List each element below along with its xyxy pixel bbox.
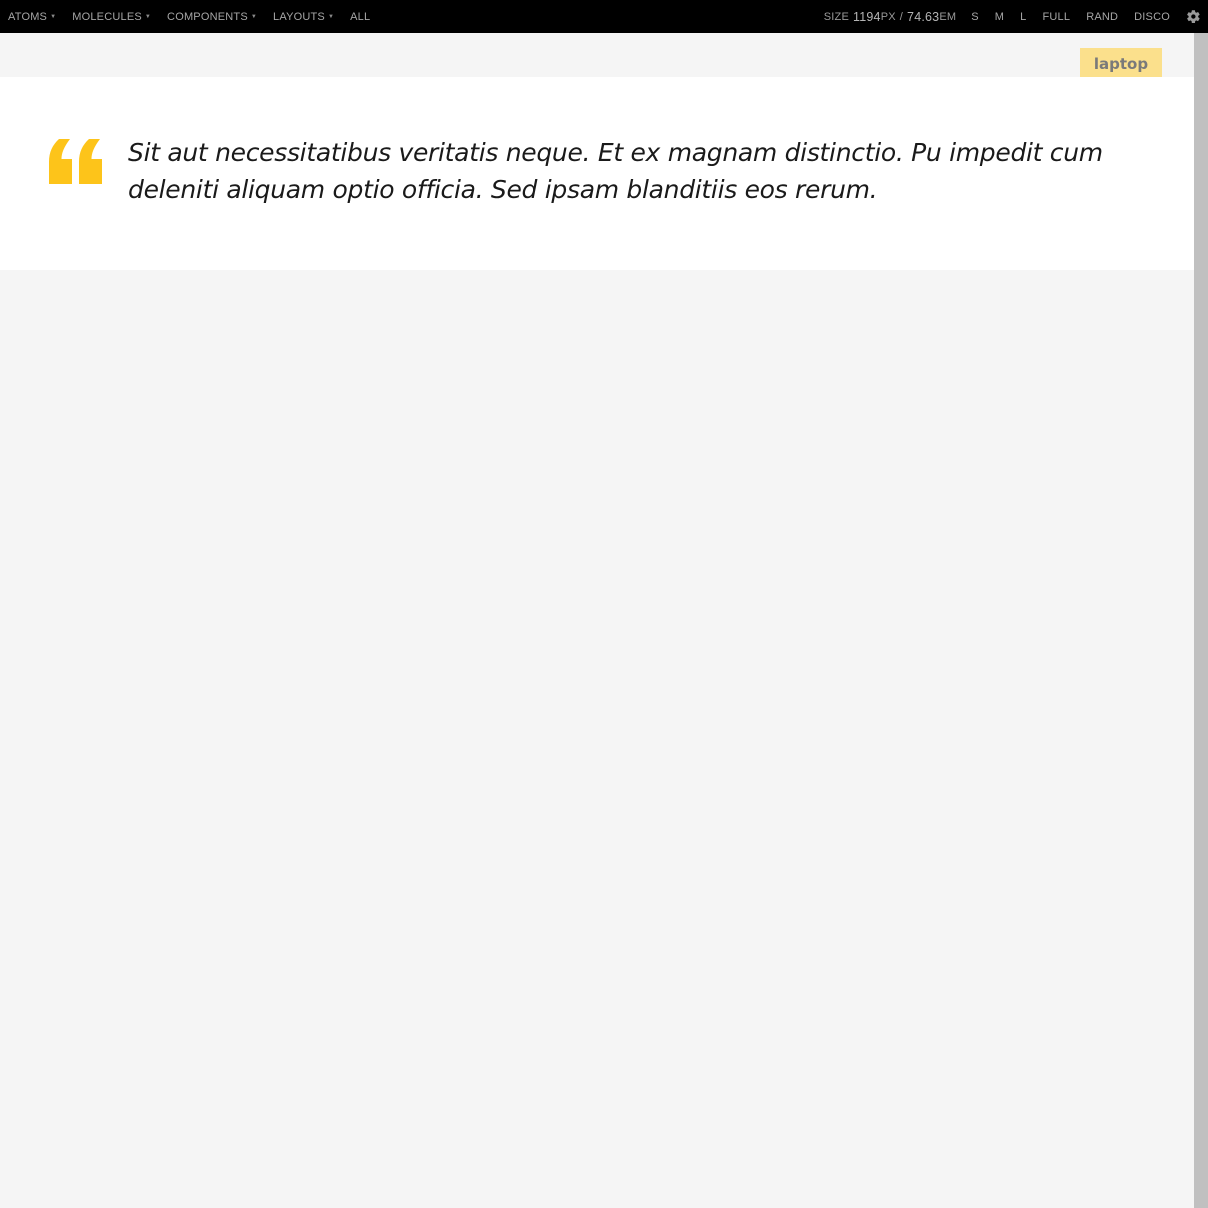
size-medium-button[interactable]: M — [987, 0, 1012, 33]
nav-all-label: ALL — [350, 10, 371, 23]
nav-layouts-label: LAYOUTS — [273, 10, 325, 23]
quote-mark-icon — [47, 137, 105, 187]
nav-atoms[interactable]: ATOMS ▼ — [0, 0, 64, 33]
caret-down-icon: ▼ — [144, 13, 152, 20]
pattern-lab-toolbar: ATOMS ▼ MOLECULES ▼ COMPONENTS ▼ LAYOUTS… — [0, 0, 1208, 33]
nav-components-label: COMPONENTS — [167, 10, 248, 23]
size-small-button[interactable]: S — [963, 0, 987, 33]
quote-block: Sit aut necessitatibus veritatis neque. … — [0, 77, 1194, 270]
size-px-value[interactable]: 1194 — [853, 10, 881, 24]
nav-molecules[interactable]: MOLECULES ▼ — [64, 0, 159, 33]
caret-down-icon: ▼ — [50, 13, 57, 20]
size-large-button[interactable]: L — [1012, 0, 1034, 33]
breakpoint-label: laptop — [1080, 48, 1162, 80]
nav-all[interactable]: ALL — [342, 0, 378, 33]
size-em-value[interactable]: 74.63 — [907, 10, 939, 24]
pattern-nav: ATOMS ▼ MOLECULES ▼ COMPONENTS ▼ LAYOUTS… — [0, 0, 378, 33]
quote-text: Sit aut necessitatibus veritatis neque. … — [128, 138, 1103, 204]
nav-atoms-label: ATOMS — [8, 10, 48, 23]
caret-down-icon: ▼ — [250, 13, 258, 20]
size-em-unit: EM — [939, 10, 957, 23]
disco-mode-button[interactable]: DISCO — [1126, 0, 1178, 33]
pattern-viewport: laptop Sit aut necessitatibus veritatis … — [0, 33, 1194, 1208]
nav-molecules-label: MOLECULES — [72, 10, 142, 23]
viewport-controls: SIZE 1194 PX / 74.63 EM S M L FULL RAND … — [824, 0, 1208, 33]
viewport-resize-handle[interactable] — [1194, 33, 1208, 1208]
nav-layouts[interactable]: LAYOUTS ▼ — [265, 0, 342, 33]
gear-icon[interactable] — [1178, 0, 1208, 33]
size-full-button[interactable]: FULL — [1034, 0, 1078, 33]
size-readout: SIZE 1194 PX / 74.63 EM — [824, 0, 963, 33]
size-px-unit: PX — [880, 10, 896, 23]
size-random-button[interactable]: RAND — [1078, 0, 1126, 33]
size-label: SIZE — [823, 10, 850, 23]
caret-down-icon: ▼ — [327, 13, 335, 20]
size-separator: / — [899, 10, 904, 23]
nav-components[interactable]: COMPONENTS ▼ — [159, 0, 265, 33]
